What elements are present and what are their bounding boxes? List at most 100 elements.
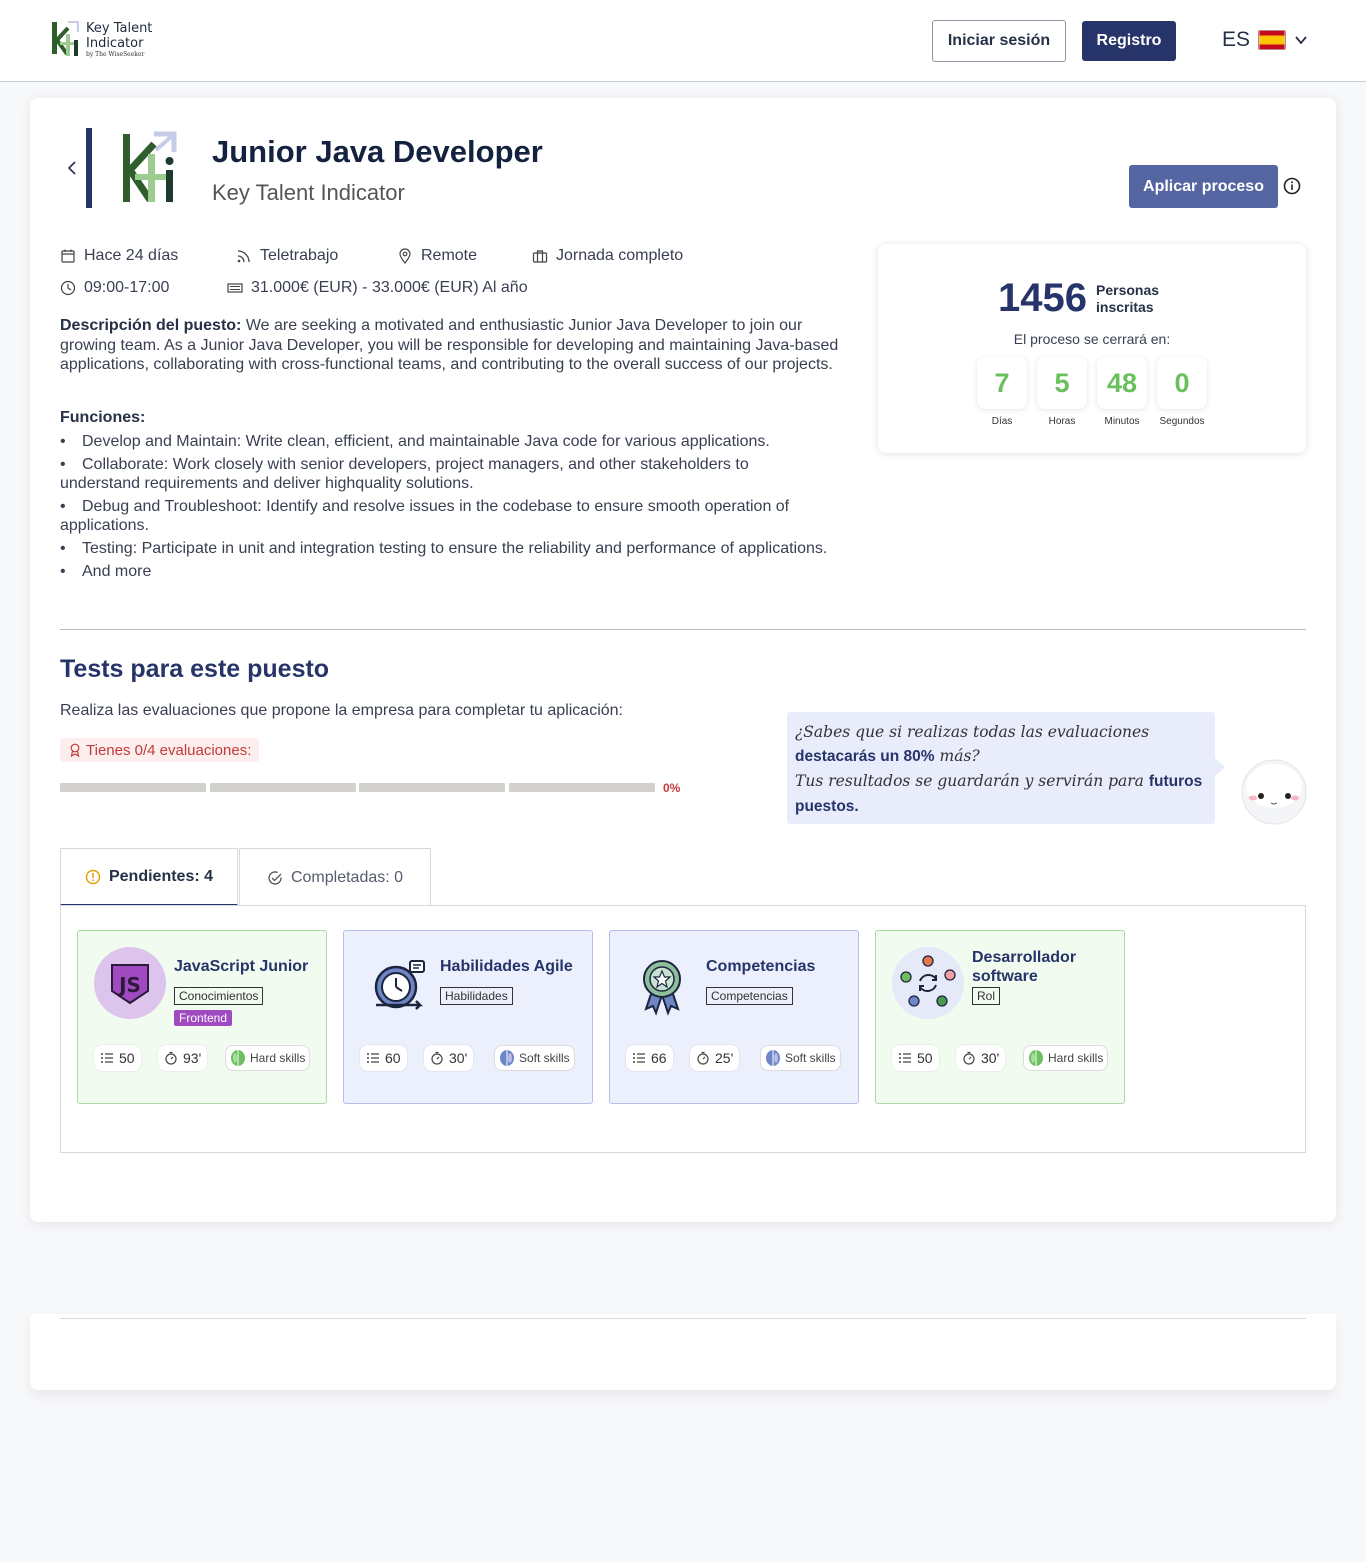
- tab-pending[interactable]: Pendientes: 4: [60, 848, 238, 906]
- test-name: Desarrollador software: [972, 949, 1077, 985]
- countdown-minutes-label: Minutos: [1104, 416, 1140, 427]
- job-title: Junior Java Developer: [212, 134, 543, 169]
- questions-chip: 50: [892, 1045, 939, 1071]
- spain-flag-icon: [1258, 30, 1287, 50]
- list-icon: [899, 1053, 911, 1063]
- countdown-seconds: 0: [1157, 357, 1207, 409]
- top-navbar: Key Talent Indicator by The WiseSeeker I…: [0, 0, 1366, 82]
- functions-list: Develop and Maintain: Write clean, effic…: [60, 432, 830, 585]
- stopwatch-icon: [697, 1051, 709, 1065]
- progress-segment: [509, 783, 655, 792]
- enrollment-stats: 1456 Personas inscritas El proceso se ce…: [878, 244, 1306, 453]
- stopwatch-icon: [165, 1051, 177, 1065]
- list-item: Debug and Troubleshoot: Identify and res…: [60, 497, 830, 535]
- info-icon[interactable]: [1283, 177, 1301, 195]
- tab-pending-label: Pendientes: 4: [108, 867, 214, 885]
- working-hours: 09:00-17:00: [84, 279, 170, 296]
- back-arrow-icon[interactable]: [66, 160, 78, 176]
- skill-type: Hard skills: [1048, 1051, 1104, 1065]
- tests-title: Tests para este puesto: [60, 655, 330, 683]
- description-label: Descripción del puesto:: [60, 317, 242, 334]
- countdown-hours-label: Horas: [1048, 416, 1076, 427]
- tip-text-1: ¿Sabes que si realizas todas las evaluac…: [795, 723, 1150, 741]
- lower-card-divider: [60, 1318, 1306, 1319]
- clock-icon: [60, 280, 76, 296]
- brand-line1: Key Talent: [86, 21, 153, 36]
- questions-chip: 60: [360, 1045, 407, 1071]
- skill-type-chip: Hard skills: [225, 1045, 311, 1071]
- skill-type-chip: Hard skills: [1023, 1045, 1109, 1071]
- kti-logo-icon: [52, 21, 79, 56]
- svg-text:JS: JS: [117, 973, 141, 997]
- stopwatch-icon: [431, 1051, 443, 1065]
- company-logo-icon: [123, 131, 177, 202]
- close-countdown-label: El proceso se cerrará en:: [1013, 331, 1171, 347]
- progress-segment: [359, 783, 505, 792]
- test-category: Rol: [972, 987, 1001, 1005]
- brand-sub: by The WiseSeeker: [86, 51, 145, 58]
- brain-blue-icon: [766, 1050, 780, 1066]
- tests-subtitle: Realiza las evaluaciones que propone la …: [60, 702, 623, 719]
- progress-segment: [60, 783, 206, 792]
- duration-chip: 93': [158, 1045, 208, 1071]
- title-accent-bar: [86, 128, 92, 208]
- check-circle-icon: [268, 870, 282, 885]
- meta-salary: 31.000€ (EUR) - 33.000€ (EUR) Al año: [227, 279, 528, 297]
- language-selector[interactable]: ES: [1222, 28, 1308, 52]
- list-icon: [101, 1053, 113, 1063]
- test-category: Conocimientos: [174, 987, 264, 1005]
- tab-completed-label: Completadas: 0: [290, 868, 404, 886]
- countdown-days: 7: [977, 357, 1027, 409]
- test-card-software-dev[interactable]: Desarrollador software Rol 50 30' Hard s…: [875, 930, 1125, 1104]
- meta-hours: 09:00-17:00: [60, 279, 169, 297]
- list-item: Testing: Participate in unit and integra…: [60, 539, 830, 558]
- test-card-javascript[interactable]: JS JavaScript Junior Conocimientos Front…: [77, 930, 327, 1104]
- apply-button[interactable]: Aplicar proceso: [1129, 165, 1278, 208]
- questions-count: 50: [119, 1050, 135, 1066]
- brand-line2: Indicator: [86, 36, 144, 51]
- duration: 93': [183, 1050, 202, 1066]
- test-category: Habilidades: [440, 987, 513, 1005]
- countdown-minutes: 48: [1097, 357, 1147, 409]
- list-item: Collaborate: Work closely with senior de…: [60, 455, 830, 493]
- mascot-icon: [1241, 759, 1307, 825]
- duration: 30': [981, 1050, 1000, 1066]
- enrolled-label: Personas inscritas: [1096, 282, 1160, 315]
- questions-chip: 50: [94, 1045, 141, 1071]
- briefcase-icon: [532, 250, 548, 263]
- javascript-icon: JS: [94, 947, 166, 1019]
- list-item: And more: [60, 562, 830, 581]
- list-item: Develop and Maintain: Write clean, effic…: [60, 432, 830, 451]
- login-button[interactable]: Iniciar sesión: [932, 20, 1066, 62]
- skill-type-chip: Soft skills: [494, 1045, 575, 1071]
- test-card-agile[interactable]: Habilidades Agile Habilidades 60 30' Sof…: [343, 930, 593, 1104]
- company-name: Key Talent Indicator: [212, 180, 405, 205]
- evaluations-count: Tienes 0/4 evaluaciones:: [86, 741, 252, 759]
- location: Remote: [421, 247, 478, 264]
- progress-segment: [210, 783, 356, 792]
- test-card-competencias[interactable]: Competencias Competencias 66 25' Soft sk…: [609, 930, 859, 1104]
- section-divider: [60, 629, 1306, 630]
- progress-percent: 0%: [663, 781, 681, 795]
- chevron-down-icon: [1295, 36, 1307, 45]
- award-icon: [70, 743, 80, 757]
- tip-text-2: más?: [934, 747, 980, 765]
- skill-type: Hard skills: [250, 1051, 306, 1065]
- brand[interactable]: Key Talent Indicator by The WiseSeeker: [50, 20, 152, 60]
- language-code: ES: [1222, 28, 1251, 51]
- countdown-seconds-label: Segundos: [1159, 416, 1205, 427]
- agile-speed-icon: [374, 960, 425, 1010]
- posted-date: Hace 24 días: [84, 247, 179, 264]
- duration-chip: 30': [424, 1045, 474, 1071]
- tip-bubble: ¿Sabes que si realizas todas las evaluac…: [787, 712, 1215, 824]
- tab-completed[interactable]: Completadas: 0: [239, 848, 431, 906]
- medal-ribbon-icon: [643, 960, 681, 1016]
- duration-chip: 25': [690, 1045, 740, 1071]
- list-icon: [633, 1053, 645, 1063]
- test-subcategory: Frontend: [174, 1010, 233, 1026]
- dev-cycle-icon: [892, 947, 964, 1019]
- location-pin-icon: [399, 248, 411, 264]
- register-button[interactable]: Registro: [1082, 21, 1176, 61]
- job-description: Descripción del puesto: We are seeking a…: [60, 316, 840, 375]
- duration-chip: 30': [956, 1045, 1006, 1071]
